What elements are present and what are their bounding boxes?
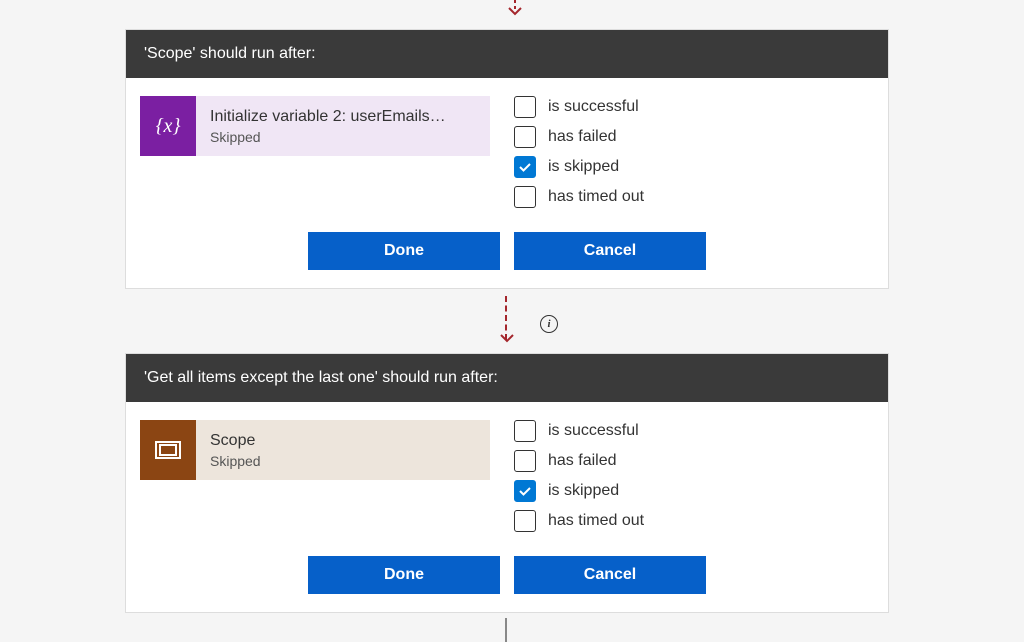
cancel-button[interactable]: Cancel: [514, 232, 706, 270]
check-icon: [518, 484, 532, 498]
condition-failed: has failed: [514, 126, 644, 148]
condition-label: is skipped: [548, 158, 619, 176]
condition-label: is successful: [548, 422, 639, 440]
checkbox-failed[interactable]: [514, 450, 536, 472]
previous-action-status: Skipped: [210, 453, 476, 469]
previous-action-text: Initialize variable 2: userEmails… Skipp…: [196, 96, 490, 156]
condition-timedout: has timed out: [514, 186, 644, 208]
card-body: {x} Initialize variable 2: userEmails… S…: [126, 78, 888, 222]
condition-successful: is successful: [514, 96, 644, 118]
flow-connector-bottom: [505, 618, 507, 642]
previous-action-status: Skipped: [210, 129, 476, 145]
run-after-card-get-items: 'Get all items except the last one' shou…: [125, 353, 889, 613]
condition-skipped: is skipped: [514, 156, 644, 178]
condition-label: has timed out: [548, 188, 644, 206]
flow-arrow-top: [505, 0, 525, 20]
card-header: 'Get all items except the last one' shou…: [126, 354, 888, 402]
condition-label: is skipped: [548, 482, 619, 500]
done-button[interactable]: Done: [308, 232, 500, 270]
previous-action-title: Scope: [210, 432, 476, 450]
cancel-button[interactable]: Cancel: [514, 556, 706, 594]
info-icon[interactable]: i: [540, 315, 558, 333]
checkbox-skipped[interactable]: [514, 156, 536, 178]
checkbox-timedout[interactable]: [514, 186, 536, 208]
run-after-card-scope: 'Scope' should run after: {x} Initialize…: [125, 29, 889, 289]
done-button[interactable]: Done: [308, 556, 500, 594]
card-footer: Done Cancel: [126, 222, 888, 288]
condition-label: has failed: [548, 128, 617, 146]
previous-action[interactable]: {x} Initialize variable 2: userEmails… S…: [140, 96, 490, 156]
checkbox-skipped[interactable]: [514, 480, 536, 502]
previous-action-title: Initialize variable 2: userEmails…: [210, 108, 476, 126]
condition-timedout: has timed out: [514, 510, 644, 532]
condition-label: is successful: [548, 98, 639, 116]
condition-label: has failed: [548, 452, 617, 470]
condition-label: has timed out: [548, 512, 644, 530]
previous-action-text: Scope Skipped: [196, 420, 490, 480]
variable-icon: {x}: [140, 96, 196, 156]
condition-successful: is successful: [514, 420, 644, 442]
condition-skipped: is skipped: [514, 480, 644, 502]
check-icon: [518, 160, 532, 174]
checkbox-timedout[interactable]: [514, 510, 536, 532]
flow-connector: [505, 296, 506, 348]
previous-action[interactable]: Scope Skipped: [140, 420, 490, 480]
checkbox-failed[interactable]: [514, 126, 536, 148]
conditions-list: is successful has failed is skipped has …: [514, 420, 644, 532]
checkbox-successful[interactable]: [514, 420, 536, 442]
condition-failed: has failed: [514, 450, 644, 472]
card-body: Scope Skipped is successful has failed: [126, 402, 888, 546]
conditions-list: is successful has failed is skipped has …: [514, 96, 644, 208]
card-header: 'Scope' should run after:: [126, 30, 888, 78]
checkbox-successful[interactable]: [514, 96, 536, 118]
card-footer: Done Cancel: [126, 546, 888, 612]
scope-icon: [140, 420, 196, 480]
chevron-down-icon: [500, 333, 514, 343]
